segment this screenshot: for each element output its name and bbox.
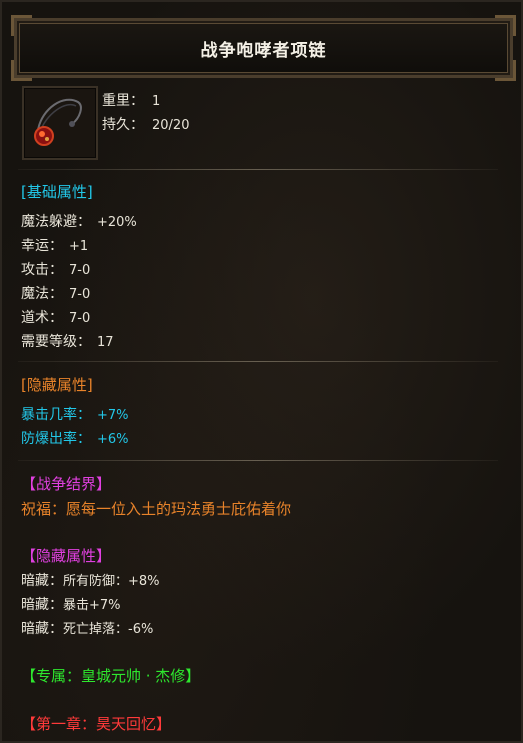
exclusive-owner: 【专属：皇城元帅 · 杰修】: [21, 667, 201, 685]
hidden-row: 暗藏：所有防御：+8%: [21, 573, 160, 589]
durability-value: 20/20: [152, 118, 190, 133]
attribute-row: 道术： 7-0: [21, 310, 91, 326]
chapter-title: 【第一章：昊天回忆】: [21, 715, 172, 733]
item-tooltip-panel: 战争咆哮者项链 重里： 1 持久： 20/20 [基础属性] 魔法躲避： +20% 幸…: [0, 0, 523, 743]
attribute-row: 防爆出率： +6%: [21, 431, 129, 447]
durability-label: 持久：: [102, 117, 144, 133]
divider: [18, 169, 498, 170]
attribute-row: 需要等级： 17: [21, 334, 114, 350]
title-bar: 战争咆哮者项链: [11, 15, 516, 81]
weight-row: 重里： 1: [102, 90, 160, 110]
attribute-row: 魔法躲避： +20%: [21, 214, 137, 230]
blessing-text: 祝福：愿每一位入土的玛法勇士庇佑着你: [21, 500, 292, 518]
item-title: 战争咆哮者项链: [200, 40, 327, 61]
hidden-row: 暗藏：死亡掉落：-6%: [21, 621, 154, 637]
attribute-row: 幸运： +1: [21, 238, 89, 254]
durability-row: 持久： 20/20: [102, 114, 189, 134]
hidden-attributes-2-header: 【隐藏属性】: [21, 547, 112, 565]
corner-ornament: [11, 60, 32, 81]
item-icon-slot: [22, 86, 98, 160]
basic-attributes-header: [基础属性]: [21, 183, 93, 201]
attribute-row: 攻击： 7-0: [21, 262, 91, 278]
weight-label: 重里：: [102, 93, 144, 109]
hidden-attributes-header: [隐藏属性]: [21, 376, 93, 394]
attribute-row: 魔法： 7-0: [21, 286, 91, 302]
corner-ornament: [495, 60, 516, 81]
hidden-row: 暗藏：暴击+7%: [21, 597, 121, 613]
divider: [18, 361, 498, 362]
corner-ornament: [11, 15, 32, 36]
attribute-row: 暴击几率： +7%: [21, 407, 129, 423]
war-realm-header: 【战争结界】: [21, 475, 112, 493]
necklace-icon: [34, 98, 82, 146]
corner-ornament: [495, 15, 516, 36]
divider: [18, 460, 498, 461]
weight-value: 1: [152, 94, 161, 109]
